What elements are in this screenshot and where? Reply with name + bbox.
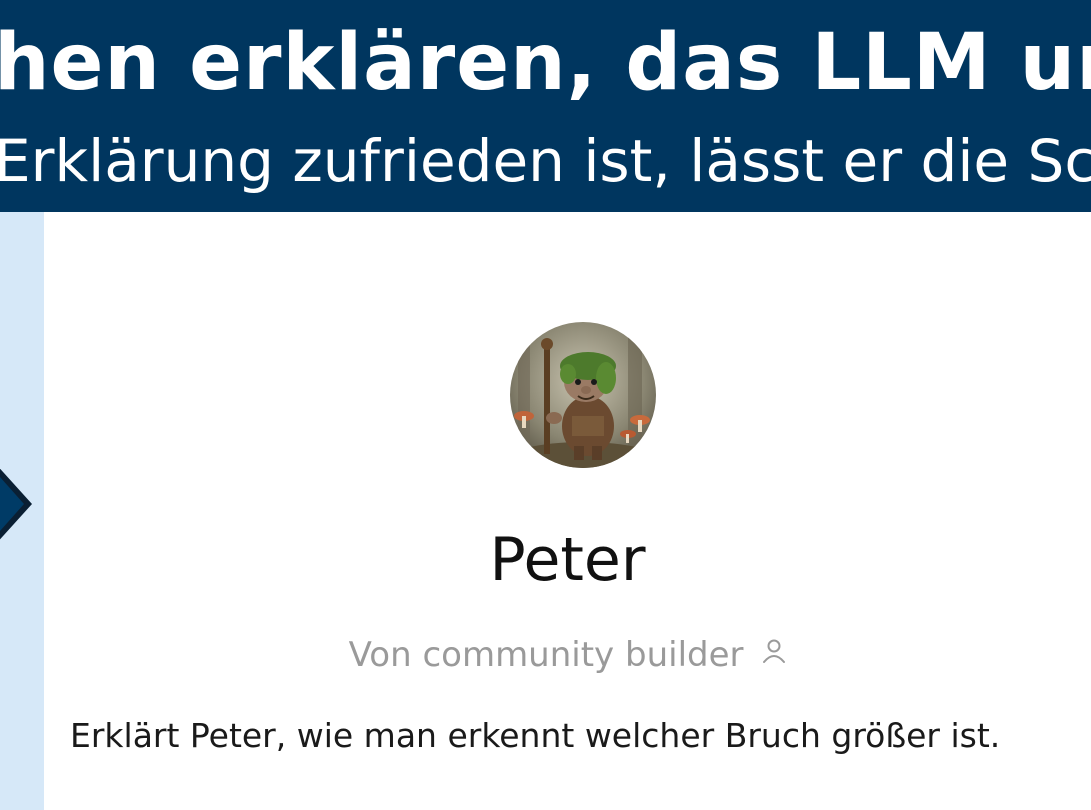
user-icon bbox=[762, 636, 786, 670]
troll-avatar-image bbox=[510, 322, 656, 468]
slide: hen erklären, das LLM unt Erklärung zufr… bbox=[0, 0, 1091, 810]
author-label[interactable]: Von community builder bbox=[349, 635, 744, 675]
slide-header-banner: hen erklären, das LLM unt Erklärung zufr… bbox=[0, 0, 1091, 212]
gpt-profile-panel: Peter Von community builder Erklärt Pete… bbox=[44, 212, 1091, 810]
author-line[interactable]: Von community builder bbox=[44, 638, 1091, 674]
chevron-right-icon-fill bbox=[0, 468, 24, 540]
avatar bbox=[510, 322, 656, 468]
gpt-name: Peter bbox=[489, 525, 646, 595]
slide-title: hen erklären, das LLM unt bbox=[0, 18, 1091, 108]
gpt-description: Erklärt Peter, wie man erkennt welcher B… bbox=[70, 716, 1001, 755]
slide-subtitle: Erklärung zufrieden ist, lässt er die Sc bbox=[0, 127, 1091, 195]
